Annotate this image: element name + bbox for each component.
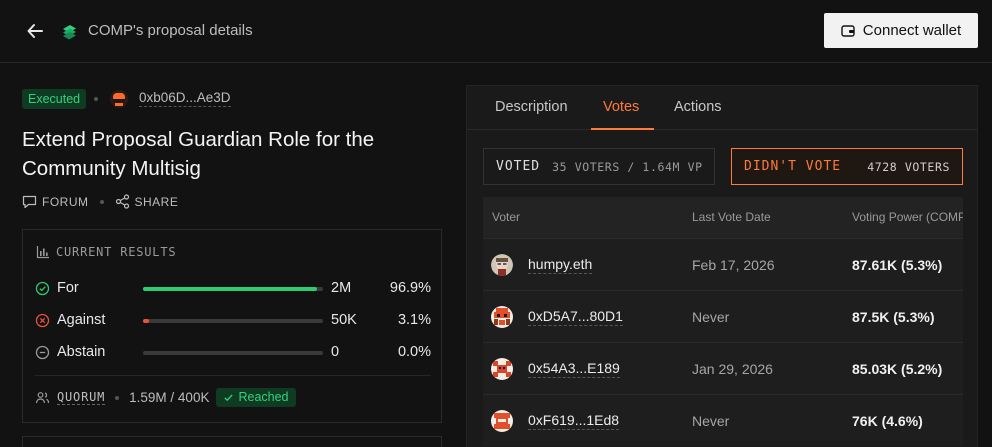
table-row[interactable]: 0x54A3...E189 Jan 29, 2026 85.03K (5.2%): [483, 342, 963, 394]
users-icon: [35, 392, 50, 404]
vote-amount: 50K: [331, 312, 357, 328]
last-vote-date: Never: [692, 309, 730, 325]
didnt-vote-filter-button[interactable]: DIDN'T VOTE 4728 VOTERS: [731, 148, 963, 185]
tab-actions[interactable]: Actions: [674, 99, 722, 115]
proposer-avatar: [110, 90, 128, 108]
status-badge: Executed: [22, 89, 87, 109]
progress-fill: [143, 319, 149, 323]
voters-table: Voter Last Vote Date Voting Power (COMP)…: [483, 197, 963, 447]
active-tab-indicator: [591, 128, 654, 130]
table-header: Voter Last Vote Date Voting Power (COMP): [483, 197, 963, 238]
vote-percent: 3.1%: [397, 312, 431, 328]
separator-dot: [115, 395, 120, 400]
voting-power: 87.5K (5.3%): [852, 309, 935, 325]
next-card: [22, 436, 442, 447]
connect-wallet-button[interactable]: Connect wallet: [824, 13, 978, 48]
voting-power: 76K (4.6%): [852, 413, 923, 429]
tab-votes[interactable]: Votes: [603, 99, 639, 115]
divider: [35, 375, 431, 376]
last-vote-date: Jan 29, 2026: [692, 361, 773, 377]
column-header-date: Last Vote Date: [692, 210, 771, 224]
comment-icon: [22, 195, 37, 209]
progress-track: [143, 319, 323, 323]
vote-percent: 96.9%: [389, 280, 431, 296]
separator-dot: [94, 97, 98, 101]
separator-dot: [99, 199, 104, 204]
vote-row-against: Against 50K 3.1%: [35, 311, 431, 331]
voting-power: 87.61K (5.3%): [852, 257, 943, 273]
voter-avatar: [491, 254, 513, 276]
last-vote-date: Feb 17, 2026: [692, 257, 775, 273]
voted-detail: 35 VOTERS / 1.64M VP: [552, 159, 703, 174]
table-row[interactable]: 0xF619...1Ed8 Never 76K (4.6%): [483, 394, 963, 446]
voter-name: 0xD5A7...80D1: [528, 308, 623, 326]
proposal-links: FORUM SHARE: [22, 194, 178, 209]
voter-name: humpy.eth: [528, 256, 593, 274]
quorum-status-label: Reached: [238, 390, 289, 404]
didnt-vote-label: DIDN'T VOTE: [744, 159, 842, 174]
check-circle-icon: [35, 281, 50, 296]
check-icon: [224, 394, 234, 402]
forum-link[interactable]: FORUM: [22, 194, 89, 209]
voter-name: 0x54A3...E189: [528, 360, 620, 378]
voter-avatar: [491, 306, 513, 328]
bar-chart-icon: [36, 246, 49, 259]
progress-track: [143, 287, 323, 291]
share-link[interactable]: SHARE: [115, 194, 179, 209]
minus-circle-icon: [35, 345, 50, 360]
vote-label: For: [57, 280, 79, 296]
proposal-title: Extend Proposal Guardian Role for the Co…: [22, 128, 375, 180]
voted-filter-button[interactable]: VOTED 35 VOTERS / 1.64M VP: [483, 148, 715, 185]
current-results-card: CURRENT RESULTS For 2M 96.9% Against 50K…: [22, 229, 442, 423]
table-row[interactable]: humpy.eth Feb 17, 2026 87.61K (5.3%): [483, 238, 963, 290]
top-header: COMP's proposal details Connect wallet: [0, 0, 992, 63]
page-title: COMP's proposal details: [88, 22, 253, 39]
vote-label: Abstain: [57, 344, 106, 360]
tab-bar: Description Votes Actions: [467, 86, 977, 130]
column-header-voter: Voter: [492, 210, 521, 224]
vote-row-abstain: Abstain 0 0.0%: [35, 343, 431, 363]
connect-wallet-label: Connect wallet: [862, 22, 962, 39]
share-label: SHARE: [134, 194, 179, 209]
quorum-status-badge: Reached: [216, 388, 296, 407]
vote-label: Against: [57, 312, 106, 328]
voter-avatar: [491, 358, 513, 380]
results-heading-label: CURRENT RESULTS: [56, 245, 177, 259]
quorum-row: QUORUM 1.59M / 400K Reached: [35, 388, 296, 407]
vote-amount: 2M: [331, 280, 352, 296]
voter-avatar: [491, 410, 513, 432]
compound-logo-icon: [63, 25, 76, 40]
forum-label: FORUM: [42, 194, 89, 209]
vote-row-for: For 2M 96.9%: [35, 279, 431, 299]
x-circle-icon: [35, 313, 50, 328]
progress-fill: [143, 287, 318, 291]
progress-track: [143, 351, 323, 355]
last-vote-date: Never: [692, 413, 730, 429]
column-header-power[interactable]: Voting Power (COMP): [852, 210, 963, 224]
quorum-value: 1.59M / 400K: [129, 390, 210, 405]
quorum-label[interactable]: QUORUM: [57, 390, 106, 405]
voter-name: 0xF619...1Ed8: [528, 412, 620, 430]
share-icon: [115, 194, 129, 209]
vote-amount: 0: [331, 344, 340, 360]
wallet-icon: [841, 24, 855, 37]
votes-panel: Description Votes Actions VOTED 35 VOTER…: [466, 85, 978, 447]
vote-percent: 0.0%: [397, 344, 431, 360]
tab-description[interactable]: Description: [495, 99, 568, 115]
table-row[interactable]: 0xD5A7...80D1 Never 87.5K (5.3%): [483, 290, 963, 342]
voting-power: 85.03K (5.2%): [852, 361, 943, 377]
didnt-vote-detail: 4728 VOTERS: [867, 159, 950, 174]
proposer-address[interactable]: 0xb06D...Ae3D: [139, 90, 231, 107]
results-heading: CURRENT RESULTS: [36, 245, 176, 259]
voted-label: VOTED: [496, 159, 541, 174]
back-arrow-icon[interactable]: [26, 21, 44, 41]
